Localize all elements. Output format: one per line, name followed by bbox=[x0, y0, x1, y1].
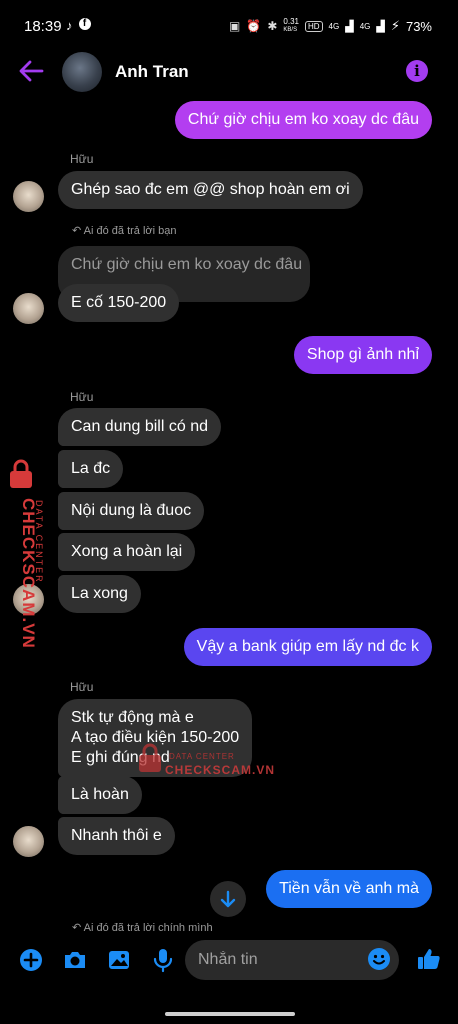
battery-level: 73% bbox=[405, 18, 432, 34]
signal-icon: ▟ bbox=[345, 20, 354, 33]
arrow-down-icon bbox=[220, 890, 236, 908]
sender-avatar[interactable] bbox=[13, 293, 44, 324]
incoming-message[interactable]: La xong bbox=[58, 575, 141, 613]
watermark-subtitle: DATA CENTER bbox=[34, 500, 44, 584]
sender-avatar[interactable] bbox=[13, 181, 44, 212]
microphone-icon[interactable] bbox=[150, 947, 176, 973]
network-speed-unit: KB/S bbox=[283, 27, 298, 33]
incoming-message[interactable]: Nhanh thôi e bbox=[58, 817, 175, 855]
sender-name: Hữu bbox=[70, 152, 94, 166]
watermark-subtitle: DATA CENTER bbox=[169, 752, 235, 761]
outgoing-message[interactable]: Chứ giờ chịu em ko xoay dc đâu bbox=[174, 101, 432, 139]
lock-icon bbox=[10, 459, 32, 488]
reply-note: ↶ Ai đó đã trả lời chính mình bbox=[72, 921, 213, 931]
reply-arrow-icon: ↶ bbox=[72, 922, 82, 931]
alarm-icon: ⏰ bbox=[246, 19, 262, 33]
status-time: 18:39 bbox=[24, 18, 62, 35]
info-icon[interactable]: i bbox=[406, 60, 428, 82]
back-arrow-icon[interactable] bbox=[18, 58, 44, 84]
watermark-center: DATA CENTER CHECKSCAM.VN bbox=[135, 738, 295, 778]
incoming-message[interactable]: Can dung bill có nd bbox=[58, 408, 221, 446]
thumbs-up-icon[interactable] bbox=[416, 946, 442, 972]
incoming-message[interactable]: Xong a hoàn lại bbox=[58, 533, 196, 571]
incoming-message[interactable]: La đc bbox=[58, 450, 124, 488]
reply-note: ↶ Ai đó đã trả lời bạn bbox=[72, 225, 177, 237]
bluetooth-icon: ✱ bbox=[267, 19, 278, 33]
plus-icon[interactable] bbox=[18, 947, 44, 973]
reply-arrow-icon: ↶ bbox=[72, 225, 82, 237]
incoming-message[interactable]: E cố 150-200 bbox=[58, 284, 180, 322]
status-bar: 18:39 ♪ f ▣ ⏰ ✱ 0.31 KB/S HD 4G ▟ 4G ▟ ⚡… bbox=[0, 0, 458, 52]
watermark-vertical: CHECKSCAM.VN DATA CENTER bbox=[4, 458, 52, 658]
sender-name: Hữu bbox=[70, 390, 94, 404]
network-type-2: 4G bbox=[359, 21, 371, 31]
signal-icon: ▟ bbox=[376, 20, 385, 33]
lock-icon bbox=[139, 743, 161, 772]
contact-avatar[interactable] bbox=[62, 52, 102, 92]
network-speed: 0.31 bbox=[283, 17, 299, 26]
hd-badge: HD bbox=[304, 20, 323, 32]
tiktok-icon: ♪ bbox=[66, 18, 73, 33]
scroll-to-bottom-button[interactable] bbox=[210, 881, 246, 917]
network-type-1: 4G bbox=[328, 21, 340, 31]
sender-avatar[interactable] bbox=[13, 826, 44, 857]
contact-name[interactable]: Anh Tran bbox=[115, 62, 189, 82]
incoming-message[interactable]: Là hoàn bbox=[58, 776, 142, 814]
sender-name: Hữu bbox=[70, 680, 94, 694]
watermark-brand: CHECKSCAM.VN bbox=[165, 763, 276, 777]
composer-bar bbox=[0, 935, 458, 987]
facebook-icon: f bbox=[78, 18, 91, 30]
nfc-icon: ▣ bbox=[229, 19, 241, 33]
incoming-message[interactable]: Ghép sao đc em @@ shop hoàn em ơi bbox=[58, 171, 363, 209]
incoming-message[interactable]: Nội dung là đuoc bbox=[58, 492, 205, 530]
charging-icon: ⚡ bbox=[390, 18, 400, 33]
outgoing-message[interactable]: Tiền vẫn về anh mà bbox=[266, 870, 432, 908]
outgoing-message[interactable]: Shop gì ảnh nhỉ bbox=[293, 336, 432, 374]
home-indicator[interactable] bbox=[165, 1012, 295, 1016]
emoji-icon[interactable] bbox=[366, 946, 392, 972]
chat-header: Anh Tran i bbox=[0, 48, 458, 96]
gallery-icon[interactable] bbox=[106, 947, 132, 973]
outgoing-message[interactable]: Vậy a bank giúp em lấy nd đc k bbox=[183, 628, 432, 666]
camera-icon[interactable] bbox=[62, 947, 88, 973]
